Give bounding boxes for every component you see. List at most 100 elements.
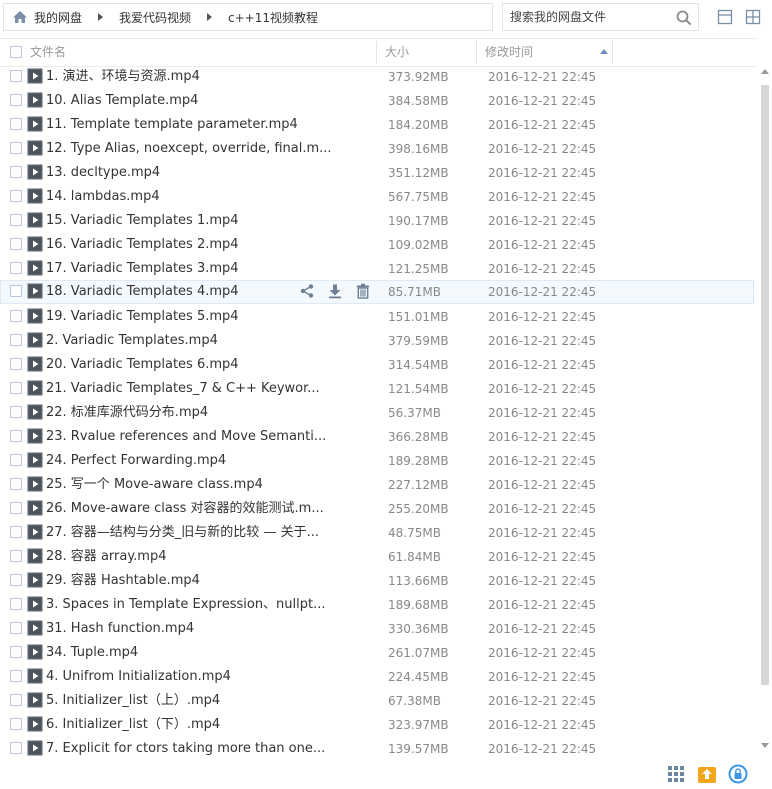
file-row[interactable]: 27. 容器—结构与分类_旧与新的比较 — 关于... 48.75MB 2016-1…	[0, 521, 758, 545]
file-row[interactable]: 31. Hash function.mp4 330.36MB 2016-12-21 …	[0, 617, 758, 641]
file-row[interactable]: 15. Variadic Templates 1.mp4 190.17MB 2016…	[0, 209, 758, 233]
file-row[interactable]: 22. 标准库源代码分布.mp4 56.37MB 2016-12-21 22:45	[0, 401, 758, 425]
column-divider[interactable]	[376, 41, 377, 64]
file-row[interactable]: 17. Variadic Templates 3.mp4 121.25MB 2016…	[0, 257, 758, 281]
file-row[interactable]: 2. Variadic Templates.mp4 379.59MB 2016-12…	[0, 329, 758, 353]
file-name[interactable]: 11. Template template parameter.mp4	[46, 113, 298, 137]
file-name[interactable]: 6. Initializer_list（下）.mp4	[46, 713, 220, 737]
search-input[interactable]	[503, 4, 673, 30]
file-row[interactable]: 24. Perfect Forwarding.mp4 189.28MB 2016-1…	[0, 449, 758, 473]
file-checkbox[interactable]	[10, 214, 22, 226]
file-name[interactable]: 16. Variadic Templates 2.mp4	[46, 233, 239, 257]
file-name[interactable]: 31. Hash function.mp4	[46, 617, 194, 641]
file-row[interactable]: 28. 容器 array.mp4 61.84MB 2016-12-21 22:45	[0, 545, 758, 569]
file-checkbox[interactable]	[10, 190, 22, 202]
file-checkbox[interactable]	[10, 166, 22, 178]
file-name[interactable]: 22. 标准库源代码分布.mp4	[46, 401, 208, 425]
file-checkbox[interactable]	[10, 118, 22, 130]
file-checkbox[interactable]	[10, 358, 22, 370]
file-checkbox[interactable]	[10, 238, 22, 250]
file-name[interactable]: 29. 容器 Hashtable.mp4	[46, 569, 200, 593]
scroll-up-arrow[interactable]	[761, 69, 769, 74]
file-row[interactable]: 23. Rvalue references and Move Semanti..…	[0, 425, 758, 449]
file-name[interactable]: 13. decltype.mp4	[46, 161, 160, 185]
file-row[interactable]: 16. Variadic Templates 2.mp4 109.02MB 2016…	[0, 233, 758, 257]
breadcrumb-item-root[interactable]: 我的网盘	[32, 9, 84, 26]
file-row[interactable]: 4. Unifrom Initialization.mp4 224.45MB 201…	[0, 665, 758, 689]
file-row[interactable]: 3. Spaces in Template Expression、nullpt.…	[0, 593, 758, 617]
file-name[interactable]: 10. Alias Template.mp4	[46, 89, 198, 113]
list-view-icon[interactable]	[717, 9, 733, 25]
file-checkbox[interactable]	[10, 694, 22, 706]
file-name[interactable]: 15. Variadic Templates 1.mp4	[46, 209, 239, 233]
file-row[interactable]: 11. Template template parameter.mp4 184.2…	[0, 113, 758, 137]
file-checkbox[interactable]	[10, 142, 22, 154]
file-checkbox[interactable]	[10, 598, 22, 610]
file-checkbox[interactable]	[10, 382, 22, 394]
file-name[interactable]: 5. Initializer_list（上）.mp4	[46, 689, 220, 713]
file-row[interactable]: 7. Explicit for ctors taking more than o…	[0, 737, 758, 757]
file-name[interactable]: 27. 容器—结构与分类_旧与新的比较 — 关于...	[46, 521, 319, 545]
file-row[interactable]: 14. lambdas.mp4 567.75MB 2016-12-21 22:45	[0, 185, 758, 209]
upload-icon[interactable]	[697, 764, 717, 784]
share-icon[interactable]	[299, 283, 315, 299]
file-name[interactable]: 1. 演进、环境与资源.mp4	[46, 65, 200, 89]
column-header-size[interactable]: 大小	[385, 39, 409, 66]
file-name[interactable]: 25. 写一个 Move-aware class.mp4	[46, 473, 263, 497]
file-name[interactable]: 3. Spaces in Template Expression、nullpt.…	[46, 593, 326, 617]
file-checkbox[interactable]	[10, 670, 22, 682]
file-checkbox[interactable]	[10, 646, 22, 658]
file-row[interactable]: 12. Type Alias, noexcept, override, fina…	[0, 137, 758, 161]
file-row[interactable]: 26. Move-aware class 对容器的效能测试.m... 255.20…	[0, 497, 758, 521]
file-row[interactable]: 20. Variadic Templates 6.mp4 314.54MB 2016…	[0, 353, 758, 377]
file-name[interactable]: 14. lambdas.mp4	[46, 185, 160, 209]
column-header-name[interactable]: 文件名	[30, 39, 66, 66]
trash-icon[interactable]	[355, 283, 371, 299]
file-checkbox[interactable]	[10, 70, 22, 82]
file-name[interactable]: 19. Variadic Templates 5.mp4	[46, 305, 239, 329]
app-grid-icon[interactable]	[666, 764, 686, 784]
file-row[interactable]: 21. Variadic Templates_7 & C++ Keywor...…	[0, 377, 758, 401]
file-name[interactable]: 24. Perfect Forwarding.mp4	[46, 449, 226, 473]
file-name[interactable]: 34. Tuple.mp4	[46, 641, 138, 665]
file-row[interactable]: 19. Variadic Templates 5.mp4 151.01MB 2016…	[0, 305, 758, 329]
scroll-down-arrow[interactable]	[761, 743, 769, 748]
file-name[interactable]: 21. Variadic Templates_7 & C++ Keywor...	[46, 377, 320, 401]
file-row[interactable]: 1. 演进、环境与资源.mp4 373.92MB 2016-12-21 22:45	[0, 65, 758, 89]
file-name[interactable]: 7. Explicit for ctors taking more than o…	[46, 737, 325, 757]
file-name[interactable]: 4. Unifrom Initialization.mp4	[46, 665, 231, 689]
column-divider[interactable]	[476, 41, 477, 64]
file-row[interactable]: 13. decltype.mp4 351.12MB 2016-12-21 22:45	[0, 161, 758, 185]
file-checkbox[interactable]	[10, 94, 22, 106]
file-checkbox[interactable]	[10, 285, 22, 297]
file-row[interactable]: 25. 写一个 Move-aware class.mp4 227.12MB 2016…	[0, 473, 758, 497]
file-row[interactable]: 29. 容器 Hashtable.mp4 113.66MB 2016-12-21 2…	[0, 569, 758, 593]
file-name[interactable]: 20. Variadic Templates 6.mp4	[46, 353, 239, 377]
file-checkbox[interactable]	[10, 742, 22, 754]
file-checkbox[interactable]	[10, 550, 22, 562]
download-icon[interactable]	[327, 283, 343, 299]
search-icon[interactable]	[676, 10, 692, 26]
file-checkbox[interactable]	[10, 478, 22, 490]
file-checkbox[interactable]	[10, 526, 22, 538]
file-name[interactable]: 12. Type Alias, noexcept, override, fina…	[46, 137, 332, 161]
scroll-thumb[interactable]	[761, 85, 769, 685]
select-all-checkbox[interactable]	[10, 46, 22, 58]
sort-ascending-icon[interactable]	[600, 49, 608, 54]
lock-icon[interactable]	[728, 764, 748, 784]
file-name[interactable]: 17. Variadic Templates 3.mp4	[46, 257, 239, 281]
file-checkbox[interactable]	[10, 454, 22, 466]
home-icon[interactable]	[12, 10, 28, 24]
file-row[interactable]: 34. Tuple.mp4 261.07MB 2016-12-21 22:45	[0, 641, 758, 665]
file-checkbox[interactable]	[10, 430, 22, 442]
grid-view-icon[interactable]	[745, 9, 761, 25]
file-row[interactable]: 10. Alias Template.mp4 384.58MB 2016-12-21…	[0, 89, 758, 113]
breadcrumb-item-current[interactable]: c++11视频教程	[226, 9, 320, 26]
column-header-modified[interactable]: 修改时间	[485, 39, 533, 66]
file-checkbox[interactable]	[10, 262, 22, 274]
file-name[interactable]: 2. Variadic Templates.mp4	[46, 329, 218, 353]
file-row[interactable]: 18. Variadic Templates 4.mp4 85.71MB 2016-…	[0, 280, 754, 304]
file-row[interactable]: 6. Initializer_list（下）.mp4 323.97MB 2016-1…	[0, 713, 758, 737]
file-name[interactable]: 28. 容器 array.mp4	[46, 545, 167, 569]
file-row[interactable]: 5. Initializer_list（上）.mp4 67.38MB 2016-12…	[0, 689, 758, 713]
